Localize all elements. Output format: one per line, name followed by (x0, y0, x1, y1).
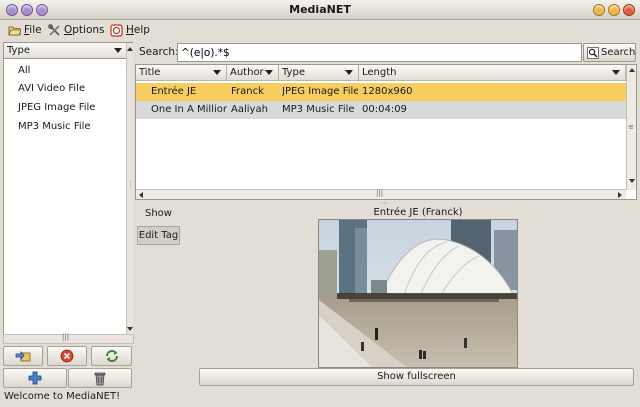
status-bar: Welcome to MediaNET! (4, 391, 121, 402)
column-length-label: Length (362, 67, 397, 78)
menu-file-label: File (24, 24, 42, 36)
type-item-mp3[interactable]: MP3 Music File (18, 119, 91, 135)
tools-icon (48, 24, 60, 36)
help-icon (110, 24, 123, 37)
scroll-down-icon (629, 179, 635, 183)
table-horizontal-scrollbar[interactable]: ||| (136, 189, 626, 199)
menu-bar: File Options Help (0, 21, 640, 40)
column-header-length[interactable]: Length (359, 65, 626, 81)
show-fullscreen-button[interactable]: Show fullscreen (199, 368, 634, 386)
type-filter-selected: Type (7, 45, 30, 56)
window-title: MediaNET (289, 3, 351, 16)
cell-length: 1280x960 (362, 86, 413, 97)
scroll-grip: ||| (62, 333, 70, 341)
type-list-horizontal-scrollbar[interactable]: ||| (3, 333, 134, 344)
bottom-splitter-grip[interactable]: ⋯ (381, 199, 388, 207)
column-title-label: Title (139, 67, 161, 78)
preview-image (318, 219, 518, 368)
table-row[interactable]: Entrée JE Franck JPEG Image File 1280x96… (136, 83, 626, 101)
show-fullscreen-label: Show fullscreen (377, 371, 456, 382)
menu-help[interactable]: Help (110, 23, 150, 38)
menu-help-label: Help (126, 24, 150, 36)
media-table: Title Author Type Length Entrée JE Franc… (135, 64, 637, 200)
chevron-down-icon (265, 70, 273, 75)
scroll-up-icon (127, 47, 133, 51)
window-pin-button[interactable] (36, 4, 48, 16)
trash-button[interactable] (68, 368, 132, 388)
chevron-down-icon (345, 70, 353, 75)
cell-type: MP3 Music File (282, 104, 355, 115)
chevron-down-icon (213, 70, 221, 75)
search-button-label: Search (601, 47, 636, 58)
import-icon (15, 351, 31, 362)
minimize-button[interactable] (593, 4, 605, 16)
table-row[interactable]: One In A Million Aaliyah MP3 Music File … (136, 101, 626, 119)
column-header-type[interactable]: Type (279, 65, 359, 81)
scroll-left-icon (139, 192, 143, 198)
scroll-grip: ≡ (628, 123, 634, 131)
column-header-title[interactable]: Title (136, 65, 227, 81)
tab-edit-tag[interactable]: Edit Tag (137, 226, 180, 245)
menu-file[interactable]: File (8, 23, 46, 38)
add-icon (28, 371, 42, 385)
window-menu-button[interactable] (6, 4, 18, 16)
trash-icon (94, 372, 106, 386)
type-item-all[interactable]: All (18, 63, 30, 79)
type-filter-panel: Type All AVI Video File JPEG Image File … (3, 42, 133, 342)
scroll-right-icon (618, 192, 622, 198)
open-folder-icon (8, 26, 21, 36)
preview-title: Entrée JE (Franck) (373, 207, 463, 218)
scroll-down-icon (127, 327, 133, 331)
column-header-author[interactable]: Author (227, 65, 279, 81)
cell-title: Entrée JE (151, 86, 197, 97)
type-filter-dropdown[interactable]: Type (4, 43, 126, 59)
column-author-label: Author (230, 67, 264, 78)
search-button[interactable]: Search (583, 43, 636, 62)
scroll-up-icon (629, 68, 635, 72)
plaza-photo (319, 220, 517, 367)
cell-author: Aaliyah (231, 104, 268, 115)
search-input[interactable] (177, 43, 582, 62)
cell-length: 00:04:09 (362, 104, 407, 115)
title-bar: MediaNET (0, 0, 640, 20)
table-vertical-scrollbar[interactable]: ≡ (626, 65, 636, 190)
refresh-button[interactable] (91, 346, 132, 366)
left-splitter-grip[interactable]: ⋮ (127, 180, 134, 188)
add-button[interactable] (3, 368, 67, 388)
delete-icon (60, 349, 74, 363)
cell-title: One In A Million (151, 104, 227, 115)
type-item-avi[interactable]: AVI Video File (18, 81, 85, 97)
delete-button[interactable] (47, 346, 87, 366)
type-item-jpeg[interactable]: JPEG Image File (18, 100, 95, 116)
tab-show[interactable]: Show (137, 205, 180, 224)
cell-type: JPEG Image File (282, 86, 358, 97)
refresh-icon (105, 350, 118, 362)
search-label: Search: (139, 46, 179, 58)
type-list-vertical-scrollbar[interactable] (126, 43, 133, 341)
maximize-button[interactable] (608, 4, 620, 16)
search-icon (587, 47, 599, 59)
close-button[interactable] (623, 4, 635, 16)
scroll-grip: ||| (376, 189, 384, 197)
menu-options-label: Options (64, 24, 105, 36)
cell-author: Franck (231, 86, 264, 97)
window-shade-button[interactable] (21, 4, 33, 16)
column-type-label: Type (282, 67, 305, 78)
import-button[interactable] (3, 346, 43, 366)
menu-options[interactable]: Options (48, 23, 105, 38)
chevron-down-icon (612, 70, 620, 75)
chevron-down-icon (114, 48, 122, 53)
